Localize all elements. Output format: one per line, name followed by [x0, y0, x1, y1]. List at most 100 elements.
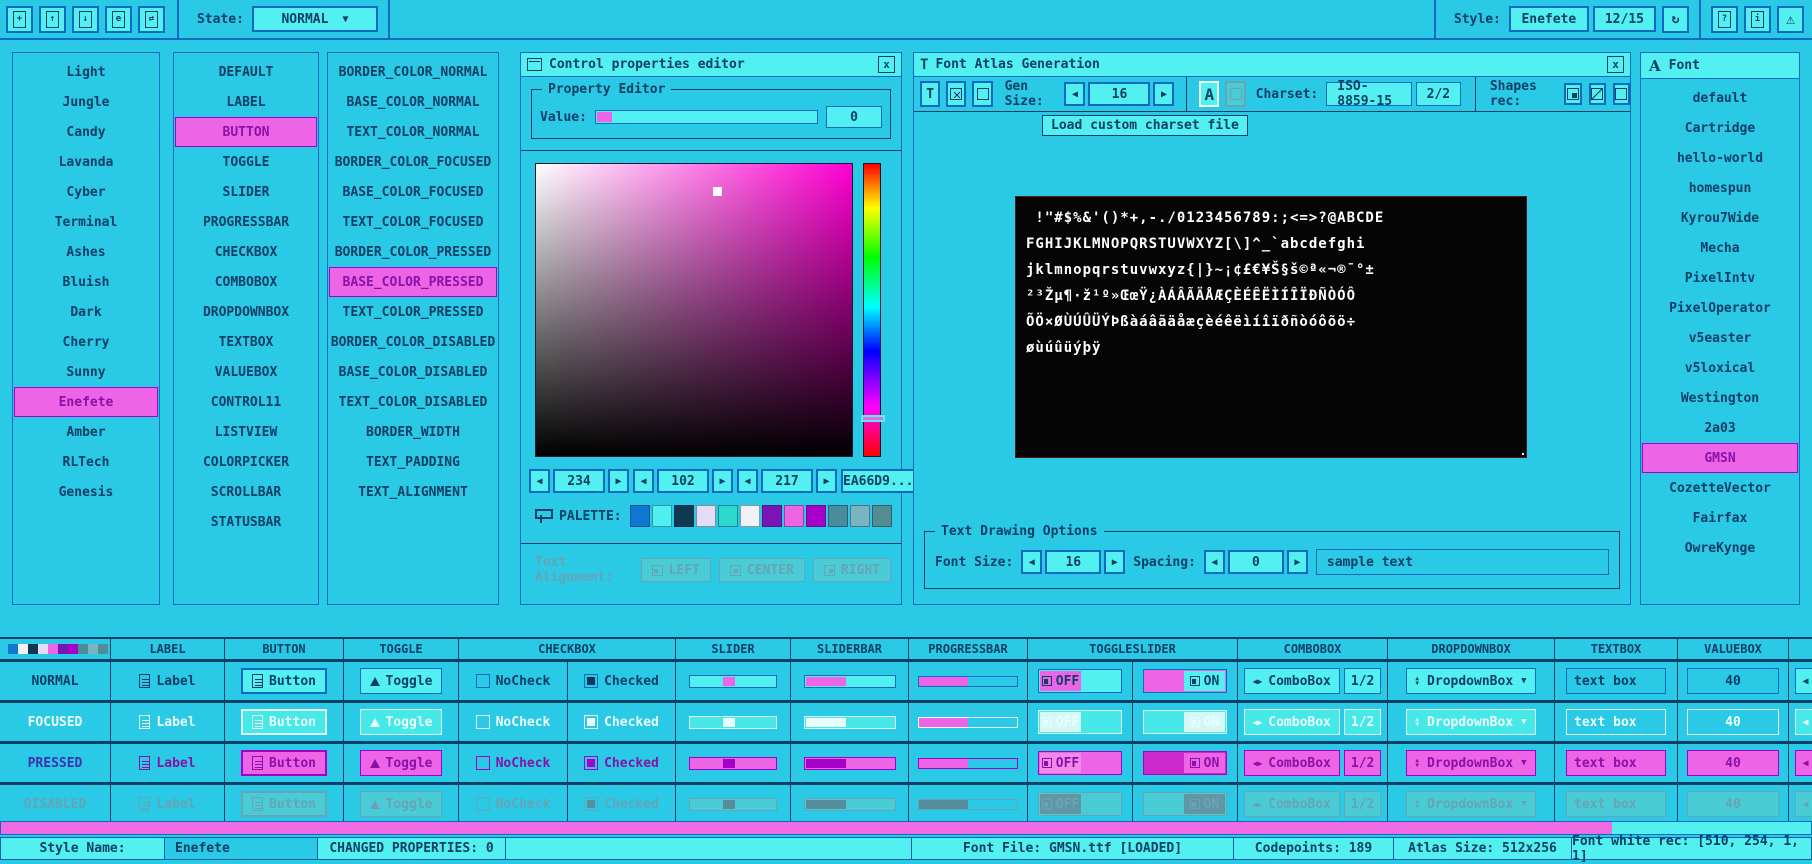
control-item-label[interactable]: LABEL [175, 87, 317, 117]
control-item-colorpicker[interactable]: COLORPICKER [175, 447, 317, 477]
combobox-main[interactable]: ◀▶ComboBox [1244, 709, 1340, 735]
sliderbar-control[interactable] [804, 757, 896, 770]
spinner-left-icon[interactable]: ◀ [1795, 791, 1812, 817]
control-item-dropdownbox[interactable]: DROPDOWNBOX [175, 297, 317, 327]
load-file-button[interactable]: ↑ [39, 6, 66, 33]
spinner-left-icon[interactable]: ◀ [1795, 709, 1812, 735]
spinner-left-icon[interactable]: ◀ [737, 469, 758, 493]
property-item-border_color_disabled[interactable]: BORDER_COLOR_DISABLED [329, 327, 497, 357]
property-item-border_color_focused[interactable]: BORDER_COLOR_FOCUSED [329, 147, 497, 177]
spinner-right-icon[interactable]: ▶ [608, 469, 629, 493]
style-progress-strip[interactable] [0, 821, 1812, 835]
theme-item-ashes[interactable]: Ashes [14, 237, 158, 267]
theme-item-rltech[interactable]: RLTech [14, 447, 158, 477]
dropdownbox-control[interactable]: ▲▼DropdownBox▼ [1406, 750, 1535, 776]
slider-control[interactable] [689, 716, 777, 729]
shapes-rec-empty-button[interactable] [1613, 83, 1630, 105]
control-item-textbox[interactable]: TEXTBOX [175, 327, 317, 357]
gen-size-value[interactable]: 16 [1088, 82, 1150, 106]
green-value[interactable]: 102 [657, 469, 709, 493]
control-item-listview[interactable]: LISTVIEW [175, 417, 317, 447]
sliderbar-control[interactable] [804, 798, 896, 811]
theme-item-candy[interactable]: Candy [14, 117, 158, 147]
sample-text-input[interactable]: sample text [1316, 549, 1609, 575]
font-item-default[interactable]: default [1642, 83, 1798, 113]
combobox-main[interactable]: ◀▶ComboBox [1244, 750, 1340, 776]
close-icon[interactable]: x [1607, 56, 1624, 73]
checkbox-checked-control[interactable]: Checked [584, 756, 659, 771]
color-saturation-value-panel[interactable] [535, 163, 853, 457]
slider-control[interactable] [689, 675, 777, 688]
font-text-button[interactable]: T [920, 81, 940, 107]
spinner-left-icon[interactable]: ◀ [1021, 550, 1042, 574]
toggleslider-off-control[interactable]: OFF [1038, 710, 1122, 734]
control-item-slider[interactable]: SLIDER [175, 177, 317, 207]
control-item-toggle[interactable]: TOGGLE [175, 147, 317, 177]
slider-control[interactable] [689, 798, 777, 811]
checkbox-checked-control[interactable]: Checked [584, 797, 659, 812]
palette-swatch-1[interactable] [652, 505, 672, 527]
palette-swatch-9[interactable] [828, 505, 848, 527]
slider-handle[interactable] [723, 677, 735, 686]
spinner-right-icon[interactable]: ▶ [816, 469, 837, 493]
toggleslider-off-control[interactable]: OFF [1038, 669, 1122, 693]
hue-bar[interactable] [863, 163, 881, 457]
shapes-rec-diagonal-button[interactable] [1589, 83, 1606, 105]
spinner-right-icon[interactable]: ▶ [1104, 550, 1125, 574]
font-item-v5loxical[interactable]: v5loxical [1642, 353, 1798, 383]
slider-handle[interactable] [723, 759, 735, 768]
font-item-pixelintv[interactable]: PixelIntv [1642, 263, 1798, 293]
textbox-control[interactable]: text box [1566, 709, 1666, 735]
valuebox-control[interactable]: 40 [1687, 791, 1779, 817]
palette-swatch-3[interactable] [696, 505, 716, 527]
state-dropdown[interactable]: NORMAL ▼ [252, 6, 378, 32]
font-item-westington[interactable]: Westington [1642, 383, 1798, 413]
save-file-button[interactable]: ↓ [72, 6, 99, 33]
reload-style-button[interactable]: ↻ [1662, 6, 1689, 33]
property-item-border_color_pressed[interactable]: BORDER_COLOR_PRESSED [329, 237, 497, 267]
combobox-control[interactable]: ◀▶ComboBox1/2 [1244, 791, 1382, 817]
control-item-button[interactable]: BUTTON [175, 117, 317, 147]
property-item-border_color_normal[interactable]: BORDER_COLOR_NORMAL [329, 57, 497, 87]
theme-item-enefete[interactable]: Enefete [14, 387, 158, 417]
font-atlas-titlebar[interactable]: T Font Atlas Generation x [914, 53, 1630, 77]
font-item-homespun[interactable]: homespun [1642, 173, 1798, 203]
toggleslider-off-control[interactable]: OFF [1038, 751, 1122, 775]
spinner-left-icon[interactable]: ◀ [529, 469, 550, 493]
palette-swatch-2[interactable] [674, 505, 694, 527]
combobox-counter[interactable]: 1/2 [1344, 791, 1381, 817]
button-control[interactable]: Button [241, 668, 327, 694]
control-item-combobox[interactable]: COMBOBOX [175, 267, 317, 297]
font-item-mecha[interactable]: Mecha [1642, 233, 1798, 263]
hue-slider-handle[interactable] [861, 415, 885, 422]
font-item-2a03[interactable]: 2a03 [1642, 413, 1798, 443]
blue-value[interactable]: 217 [761, 469, 813, 493]
palette-swatch-10[interactable] [850, 505, 870, 527]
theme-item-amber[interactable]: Amber [14, 417, 158, 447]
control-item-control11[interactable]: CONTROL11 [175, 387, 317, 417]
checkbox-unchecked-control[interactable]: NoCheck [476, 715, 551, 730]
property-item-base_color_pressed[interactable]: BASE_COLOR_PRESSED [329, 267, 497, 297]
load-charset-button[interactable]: A [1199, 81, 1219, 107]
align-right-button[interactable]: RIGHT [813, 558, 891, 582]
control-item-scrollbar[interactable]: SCROLLBAR [175, 477, 317, 507]
toggleslider-on-control[interactable]: ON [1143, 710, 1227, 734]
property-item-text_color_focused[interactable]: TEXT_COLOR_FOCUSED [329, 207, 497, 237]
export-file-button[interactable]: e [105, 6, 132, 33]
export-image-button[interactable] [972, 81, 992, 107]
red-value[interactable]: 234 [553, 469, 605, 493]
control-item-default[interactable]: DEFAULT [175, 57, 317, 87]
font-item-pixeloperator[interactable]: PixelOperator [1642, 293, 1798, 323]
property-item-text_padding[interactable]: TEXT_PADDING [329, 447, 497, 477]
help-button[interactable]: ? [1711, 6, 1738, 33]
random-style-button[interactable]: ⇄ [138, 6, 165, 33]
combobox-counter[interactable]: 1/2 [1344, 668, 1381, 694]
theme-item-cyber[interactable]: Cyber [14, 177, 158, 207]
checkbox-unchecked-control[interactable]: NoCheck [476, 674, 551, 689]
palette-swatch-4[interactable] [718, 505, 738, 527]
font-size-value[interactable]: 16 [1045, 550, 1101, 574]
combobox-main[interactable]: ◀▶ComboBox [1244, 668, 1340, 694]
checkbox-unchecked-control[interactable]: NoCheck [476, 756, 551, 771]
control-item-statusbar[interactable]: STATUSBAR [175, 507, 317, 537]
textbox-control[interactable]: text box [1566, 750, 1666, 776]
